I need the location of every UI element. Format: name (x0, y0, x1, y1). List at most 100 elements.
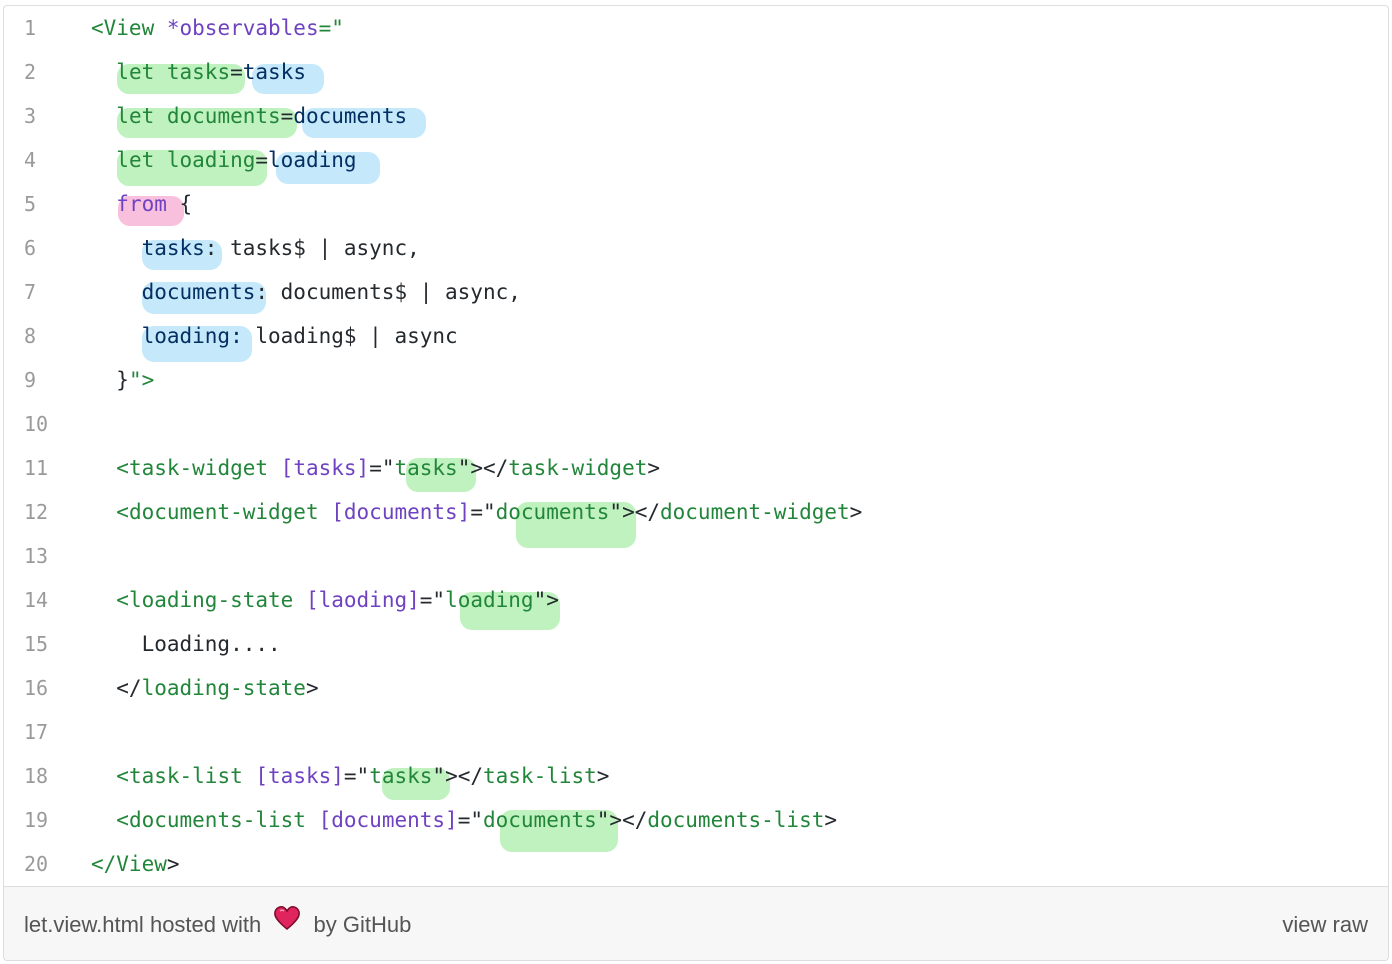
code-token: <documents-list (116, 808, 306, 832)
code-view: 1 <View *observables=" 2 let tasks=tasks 3 … (4, 6, 1388, 886)
line-code: }"> (91, 358, 154, 402)
code-token: let documents (116, 104, 281, 128)
line-number[interactable]: 8 (24, 314, 56, 358)
code-token: loading$ | async (242, 324, 458, 348)
line-code: Loading.... (91, 622, 281, 666)
code-token: loading (268, 148, 357, 172)
code-token: loading-state (141, 676, 306, 700)
code-line: 4 let loading=loading (4, 138, 1388, 182)
line-number[interactable]: 17 (24, 710, 56, 754)
file-name-link[interactable]: let.view.html (24, 912, 144, 937)
code-token: "></ (432, 764, 483, 788)
line-number[interactable]: 3 (24, 94, 56, 138)
code-token: =" (343, 764, 370, 788)
line-number[interactable]: 11 (24, 446, 56, 490)
code-line: 9 }"> (4, 358, 1388, 402)
line-code: </loading-state> (91, 666, 318, 710)
code-token: [tasks] (255, 764, 344, 788)
line-code: <task-widget [tasks]="tasks"></task-widg… (91, 446, 660, 490)
code-token: > (824, 808, 838, 832)
code-line: 3 let documents=documents (4, 94, 1388, 138)
code-token: Loading.... (91, 632, 281, 656)
code-token: loading: (141, 324, 243, 348)
hosted-with-text: hosted with (149, 912, 262, 937)
code-token: documents (482, 808, 597, 832)
line-code: tasks: tasks$ | async, (91, 226, 420, 270)
code-token: *observables (166, 16, 319, 40)
line-code: <task-list [tasks]="tasks"></task-list> (91, 754, 609, 798)
gist-meta: let.view.html hosted with by GitHub (24, 887, 411, 960)
line-code: documents: documents$ | async, (91, 270, 521, 314)
view-raw-link[interactable]: view raw (1282, 887, 1368, 960)
line-number[interactable]: 7 (24, 270, 56, 314)
line-code: let documents=documents (91, 94, 407, 138)
code-token: > (647, 456, 661, 480)
line-number[interactable]: 10 (24, 402, 56, 446)
code-line: 1 <View *observables=" (4, 6, 1388, 50)
code-token: =" (419, 588, 446, 612)
line-number[interactable]: 1 (24, 6, 56, 50)
line-code: <View *observables=" (91, 6, 344, 50)
line-number[interactable]: 13 (24, 534, 56, 578)
line-number[interactable]: 12 (24, 490, 56, 534)
code-token: documents (141, 280, 256, 304)
code-token: tasks (242, 60, 306, 84)
code-token: tasks (369, 764, 433, 788)
by-text: by (313, 912, 337, 937)
code-token: documents (495, 500, 610, 524)
code-token: [laoding] (305, 588, 420, 612)
code-token: </View (91, 852, 167, 876)
line-number[interactable]: 20 (24, 842, 56, 886)
code-token: </ (91, 676, 142, 700)
line-number[interactable]: 16 (24, 666, 56, 710)
code-token: from (116, 192, 167, 216)
line-number[interactable]: 4 (24, 138, 56, 182)
line-number[interactable]: 18 (24, 754, 56, 798)
line-number[interactable]: 6 (24, 226, 56, 270)
github-link[interactable]: GitHub (343, 912, 411, 937)
line-code: from { (91, 182, 192, 226)
code-token: documents (293, 104, 408, 128)
code-token: let tasks (116, 60, 231, 84)
code-token: =" (470, 500, 496, 524)
code-token: <task-list (116, 764, 243, 788)
line-number[interactable]: 14 (24, 578, 56, 622)
code-token: let loading (116, 148, 256, 172)
code-line: 7 documents: documents$ | async, (4, 270, 1388, 314)
code-token: <loading-state (116, 588, 294, 612)
code-token: } (91, 368, 129, 392)
line-number[interactable]: 5 (24, 182, 56, 226)
line-number[interactable]: 15 (24, 622, 56, 666)
line-code: </View> (91, 842, 180, 886)
code-token: "></ (457, 456, 509, 480)
code-token: task-list (483, 764, 597, 788)
line-number[interactable]: 9 (24, 358, 56, 402)
code-token: "> (128, 368, 155, 392)
line-number[interactable]: 2 (24, 50, 56, 94)
gist-footer: let.view.html hosted with by GitHub view… (4, 886, 1388, 960)
code-token: <View (91, 16, 155, 40)
code-line: 19 <documents-list [documents]="document… (4, 798, 1388, 842)
code-token: tasks (394, 456, 458, 480)
line-code: <loading-state [laoding]="loading"> (91, 578, 559, 622)
code-token: [documents] (318, 808, 458, 832)
code-token: [tasks] (280, 456, 370, 480)
code-token: > (166, 852, 180, 876)
code-token: <task-widget (116, 456, 269, 480)
line-code: <document-widget [documents]="documents"… (91, 490, 862, 534)
code-token: <document-widget (116, 500, 319, 524)
code-line: 14 <loading-state [laoding]="loading"> (4, 578, 1388, 622)
code-token: =" (457, 808, 483, 832)
code-token: { (166, 192, 193, 216)
line-number[interactable]: 19 (24, 798, 56, 842)
code-line: 8 loading: loading$ | async (4, 314, 1388, 358)
